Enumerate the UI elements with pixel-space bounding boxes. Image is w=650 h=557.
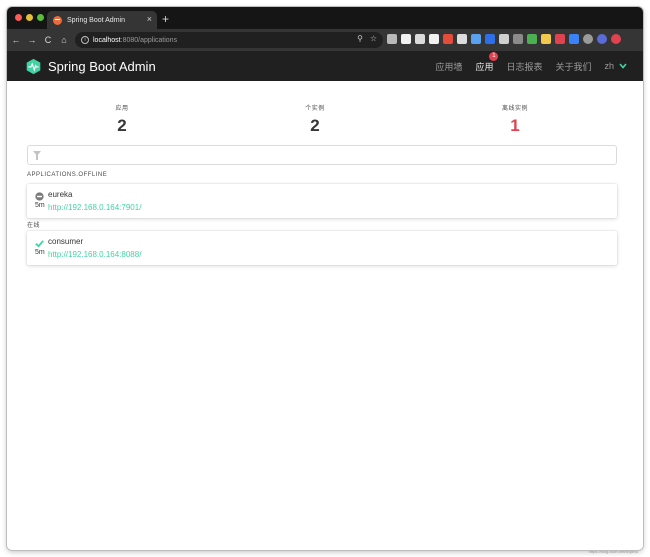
language-selector[interactable]: zh: [604, 61, 627, 71]
bookmark-star-icon[interactable]: ☆: [370, 34, 377, 43]
brand-link[interactable]: Spring Boot Admin: [25, 58, 156, 75]
tab-title: Spring Boot Admin: [67, 16, 125, 24]
extension-icon[interactable]: [569, 34, 579, 44]
language-label: zh: [604, 61, 614, 71]
extension-icon[interactable]: [527, 34, 537, 44]
stats-row: 应用 2 个实例 2 离线实例 1: [7, 81, 643, 135]
forward-button[interactable]: →: [25, 35, 39, 45]
stat-applications: 应用 2: [52, 103, 192, 136]
window-maximize-dot[interactable]: [37, 14, 44, 21]
tab-close-icon[interactable]: ×: [147, 15, 152, 24]
nav-applications[interactable]: 应用 1: [475, 51, 499, 73]
extension-icon[interactable]: [611, 34, 621, 44]
window-minimize-dot[interactable]: [26, 14, 33, 21]
tab-strip: Spring Boot Admin × +: [7, 7, 643, 29]
stat-offline-instances: 离线实例 1: [445, 103, 585, 136]
extension-icon[interactable]: [555, 34, 565, 44]
stat-value: 2: [310, 116, 320, 135]
url-host: localhost: [93, 36, 121, 44]
extensions-bar: [387, 34, 621, 44]
home-button[interactable]: ⌂: [57, 35, 71, 45]
filter-icon: [33, 151, 41, 160]
extension-icon[interactable]: [597, 34, 607, 44]
group-title-online: 在线: [27, 223, 41, 229]
application-name: consumer: [48, 237, 84, 246]
application-name: eureka: [48, 190, 73, 199]
filter-input[interactable]: [46, 148, 606, 162]
app-navbar: Spring Boot Admin 应用墙 应用 1 日志报表 关于我们 zh: [7, 51, 643, 81]
nav-wallboard[interactable]: 应用墙: [435, 60, 462, 73]
stat-value: 1: [510, 116, 520, 135]
favicon-icon: [53, 15, 62, 25]
extension-icon[interactable]: [541, 34, 551, 44]
extension-icon[interactable]: [485, 34, 495, 44]
brand-name: Spring Boot Admin: [48, 58, 156, 74]
url-path: :8080/applications: [120, 36, 178, 44]
group-title-offline: APPLICATIONS.OFFLINE: [27, 172, 108, 178]
minus-circle-icon: [35, 192, 44, 201]
check-icon: [35, 240, 44, 248]
application-url-link[interactable]: http://192.168.0.164:7901/: [48, 203, 141, 212]
nav-links: 应用墙 应用 1 日志报表 关于我们 zh: [422, 51, 627, 81]
stat-label: 离线实例: [501, 106, 528, 112]
browser-tab[interactable]: Spring Boot Admin ×: [47, 11, 157, 29]
application-url-link[interactable]: http://192.168.0.164:8088/: [48, 250, 141, 259]
application-card[interactable]: consumer 5m http://192.168.0.164:8088/: [27, 231, 617, 265]
extension-icon[interactable]: [471, 34, 481, 44]
filter-box[interactable]: [27, 145, 617, 165]
application-card[interactable]: eureka 5m http://192.168.0.164:7901/: [27, 184, 617, 218]
extension-icon[interactable]: [415, 34, 425, 44]
stat-label: 应用: [115, 106, 129, 112]
nav-log-report[interactable]: 日志报表: [506, 60, 542, 73]
nav-applications-label: 应用: [475, 61, 494, 72]
status-since: 5m: [35, 202, 45, 209]
address-bar[interactable]: i localhost :8080/applications ⚲ ☆: [75, 32, 383, 48]
extension-icon[interactable]: [583, 34, 593, 44]
info-icon[interactable]: i: [81, 36, 89, 44]
extension-icon[interactable]: [443, 34, 453, 44]
stat-instances: 个实例 2: [245, 103, 385, 136]
notification-badge: 1: [489, 51, 499, 61]
extension-icon[interactable]: [499, 34, 509, 44]
zoom-icon[interactable]: ⚲: [357, 34, 363, 43]
extension-icon[interactable]: [387, 34, 397, 44]
main-content: 应用 2 个实例 2 离线实例 1 APPLICATIONS.OFFLINE e…: [7, 81, 643, 550]
extension-icon[interactable]: [513, 34, 523, 44]
heartbeat-logo-icon: [26, 58, 41, 74]
stat-value: 2: [117, 116, 127, 135]
watermark: https://blog.csdn.net/tinjizhu: [588, 549, 638, 554]
extension-icon[interactable]: [429, 34, 439, 44]
nav-about[interactable]: 关于我们: [555, 60, 591, 73]
extension-icon[interactable]: [401, 34, 411, 44]
reload-button[interactable]: C: [41, 35, 55, 45]
window-close-dot[interactable]: [15, 14, 22, 21]
chevron-down-icon: [619, 63, 627, 69]
browser-window: Spring Boot Admin × + ← → C ⌂ i localhos…: [7, 7, 643, 550]
new-tab-button[interactable]: +: [162, 12, 169, 26]
browser-toolbar: ← → C ⌂ i localhost :8080/applications ⚲…: [7, 29, 643, 51]
stat-label: 个实例: [305, 106, 325, 112]
extension-icon[interactable]: [457, 34, 467, 44]
status-since: 5m: [35, 249, 45, 256]
back-button[interactable]: ←: [9, 35, 23, 45]
